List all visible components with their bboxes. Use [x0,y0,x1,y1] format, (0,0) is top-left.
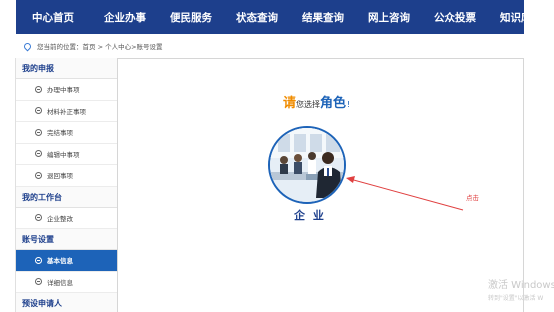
windows-activation-watermark: 激活 Windows 转到"设置"以激活 W [488,276,554,302]
click-hint-text: 点击 [466,194,479,202]
watermark-line-1: 激活 Windows [488,280,554,291]
annotation-arrow [346,176,464,211]
watermark-line-2: 转到"设置"以激活 W [488,295,544,302]
